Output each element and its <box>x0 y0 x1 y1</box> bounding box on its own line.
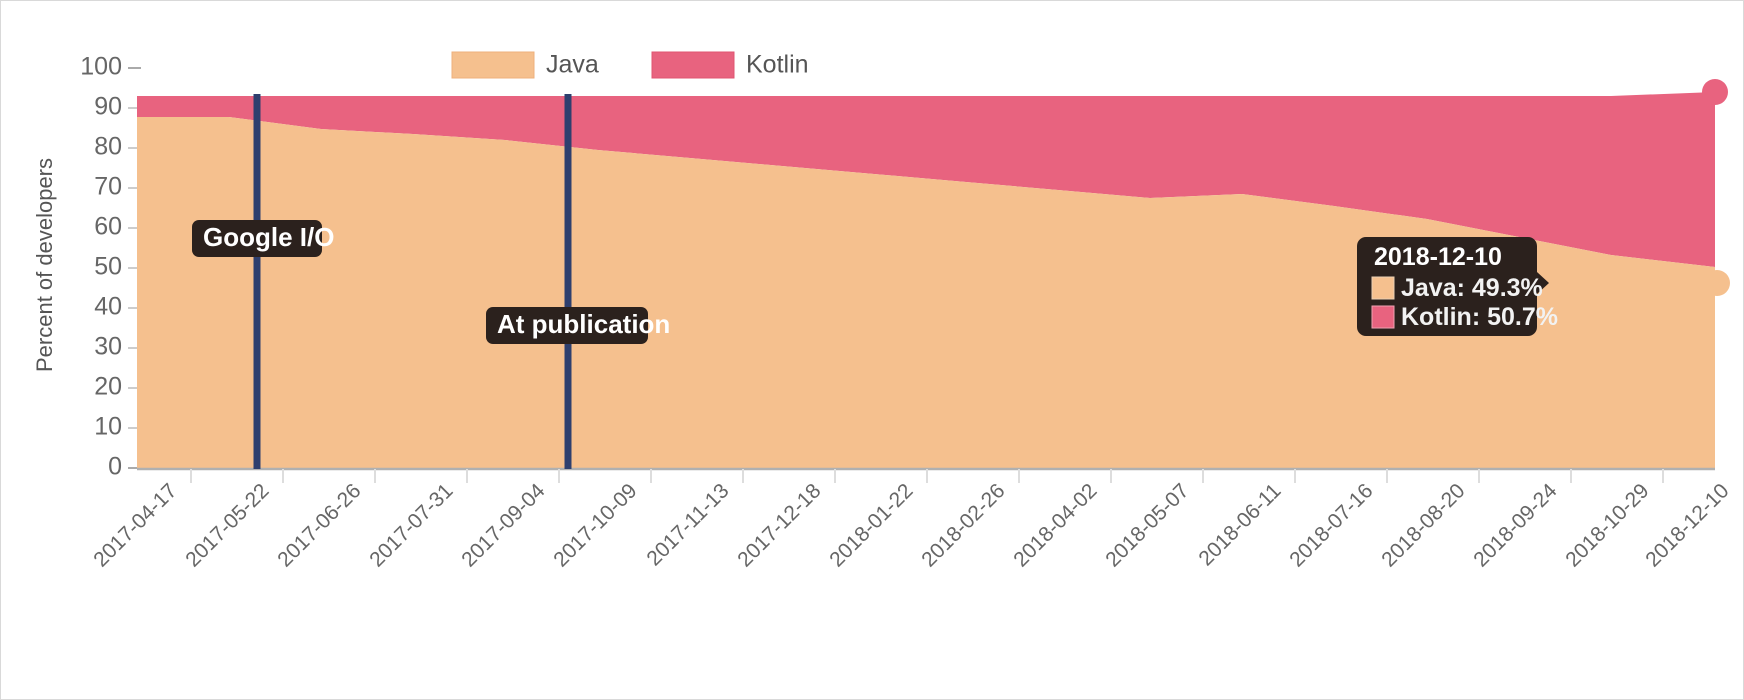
annotation-badge-google-io[interactable]: Google I/O <box>192 220 334 257</box>
tooltip-row-java: Java: 49.3% <box>1401 274 1543 302</box>
x-tick-label: 2017-09-04 <box>457 479 549 571</box>
x-tick-label: 2017-04-17 <box>89 479 181 571</box>
y-tick-label: 30 <box>94 333 122 361</box>
data-point-marker-java[interactable] <box>1704 270 1730 296</box>
x-tick-label: 2018-04-02 <box>1009 479 1101 571</box>
stacked-area-chart[interactable]: 100 90 80 70 60 50 40 30 20 10 0 Percent… <box>0 0 1744 700</box>
x-tick-label: 2018-08-20 <box>1377 479 1469 571</box>
y-tick-label: 80 <box>94 133 122 161</box>
y-axis-title: Percent of developers <box>32 158 57 372</box>
x-tick-label: 2018-02-26 <box>917 479 1009 571</box>
annotation-badge-at-publication[interactable]: At publication <box>486 307 670 344</box>
x-tick-label: 2018-07-16 <box>1285 479 1377 571</box>
legend-swatch-kotlin[interactable] <box>651 51 735 79</box>
x-tick-label: 2017-11-13 <box>642 479 733 570</box>
y-tick-label: 50 <box>94 253 122 281</box>
tooltip-date: 2018-12-10 <box>1374 243 1502 271</box>
y-tick-label: 90 <box>94 93 122 121</box>
data-point-marker-kotlin[interactable] <box>1702 79 1728 105</box>
x-tick-label: 2017-05-22 <box>181 479 273 571</box>
x-tick-label: 2018-01-22 <box>825 479 917 571</box>
legend-label-java: Java <box>546 51 599 79</box>
tooltip: 2018-12-10 Java: 49.3% Kotlin: 50.7% <box>1357 237 1558 336</box>
annotation-label: At publication <box>497 309 670 339</box>
y-axis: 100 90 80 70 60 50 40 30 20 10 0 <box>80 53 141 481</box>
x-tick-label: 2018-05-07 <box>1101 479 1193 571</box>
x-tick-label: 2017-12-18 <box>733 479 825 571</box>
legend-swatch-java[interactable] <box>451 51 535 79</box>
x-tick-label: 2018-10-29 <box>1561 479 1653 571</box>
x-axis: 2017-04-17 2017-05-22 2017-06-26 2017-07… <box>89 469 1734 571</box>
chart-page: 100 90 80 70 60 50 40 30 20 10 0 Percent… <box>0 0 1744 700</box>
tooltip-swatch-kotlin <box>1371 305 1395 329</box>
x-tick-label: 2017-06-26 <box>273 479 365 571</box>
x-tick-label: 2018-06-11 <box>1194 479 1285 570</box>
tooltip-swatch-java <box>1371 276 1395 300</box>
tooltip-row-kotlin: Kotlin: 50.7% <box>1401 303 1558 331</box>
y-tick-label: 0 <box>108 453 122 481</box>
annotation-label: Google I/O <box>203 222 334 252</box>
y-tick-label: 60 <box>94 213 122 241</box>
y-tick-label: 20 <box>94 373 122 401</box>
y-tick-label: 10 <box>94 413 122 441</box>
x-tick-label: 2018-12-10 <box>1641 479 1733 571</box>
y-tick-label: 100 <box>80 53 122 81</box>
x-tick-label: 2017-10-09 <box>549 479 641 571</box>
x-tick-label: 2018-09-24 <box>1469 479 1561 571</box>
legend-label-kotlin: Kotlin <box>746 51 809 79</box>
y-tick-label: 40 <box>94 293 122 321</box>
y-tick-label: 70 <box>94 173 122 201</box>
x-tick-label: 2017-07-31 <box>365 479 457 571</box>
